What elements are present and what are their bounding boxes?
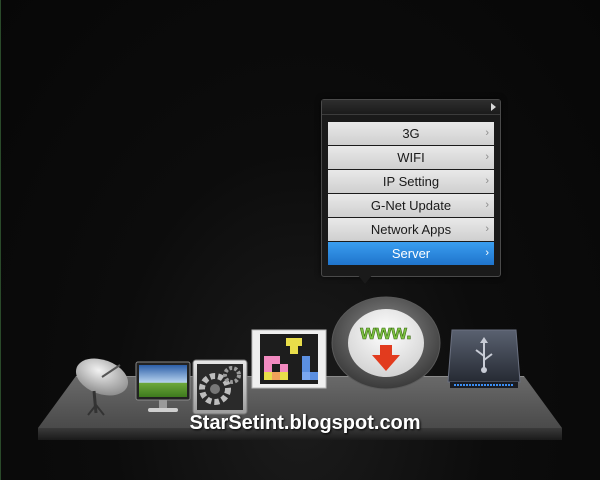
chevron-right-icon: › bbox=[485, 199, 489, 211]
menu-pointer bbox=[357, 274, 373, 284]
menu-item-g-net-update[interactable]: G-Net Update › bbox=[328, 194, 494, 217]
usb-drive-icon[interactable] bbox=[446, 326, 522, 392]
www-label: www. bbox=[359, 322, 411, 344]
menu-item-ip-setting[interactable]: IP Setting › bbox=[328, 170, 494, 193]
menu-header-bar bbox=[322, 100, 500, 115]
apps-blocks-icon[interactable] bbox=[250, 326, 328, 390]
chevron-right-icon: › bbox=[485, 127, 489, 139]
chevron-right-icon: › bbox=[485, 151, 489, 163]
chevron-right-icon: › bbox=[485, 175, 489, 187]
chevron-right-icon: › bbox=[485, 223, 489, 235]
menu-list: 3G › WIFI › IP Setting › G-Net Update › … bbox=[328, 122, 494, 266]
menu-item-3g[interactable]: 3G › bbox=[328, 122, 494, 145]
menu-item-label: IP Setting bbox=[382, 174, 440, 189]
watermark-text: StarSetint.blogspot.com bbox=[189, 412, 421, 434]
arrow-right-icon bbox=[491, 103, 496, 111]
menu-item-label: Server bbox=[391, 246, 431, 261]
menu-item-server[interactable]: Server › bbox=[328, 242, 494, 265]
menu-item-label: G-Net Update bbox=[370, 198, 452, 213]
menu-item-label: Network Apps bbox=[370, 222, 452, 237]
menu-item-network-apps[interactable]: Network Apps › bbox=[328, 218, 494, 241]
network-www-icon[interactable]: www. bbox=[330, 295, 442, 391]
satellite-dish-icon[interactable] bbox=[72, 355, 134, 417]
menu-item-label: WIFI bbox=[397, 150, 425, 165]
network-submenu: 3G › WIFI › IP Setting › G-Net Update › … bbox=[321, 99, 501, 277]
monitor-icon[interactable] bbox=[134, 360, 192, 416]
chevron-right-icon: › bbox=[485, 247, 489, 259]
settings-gear-icon[interactable] bbox=[191, 358, 249, 416]
menu-item-wifi[interactable]: WIFI › bbox=[328, 146, 494, 169]
menu-item-label: 3G bbox=[402, 126, 420, 141]
